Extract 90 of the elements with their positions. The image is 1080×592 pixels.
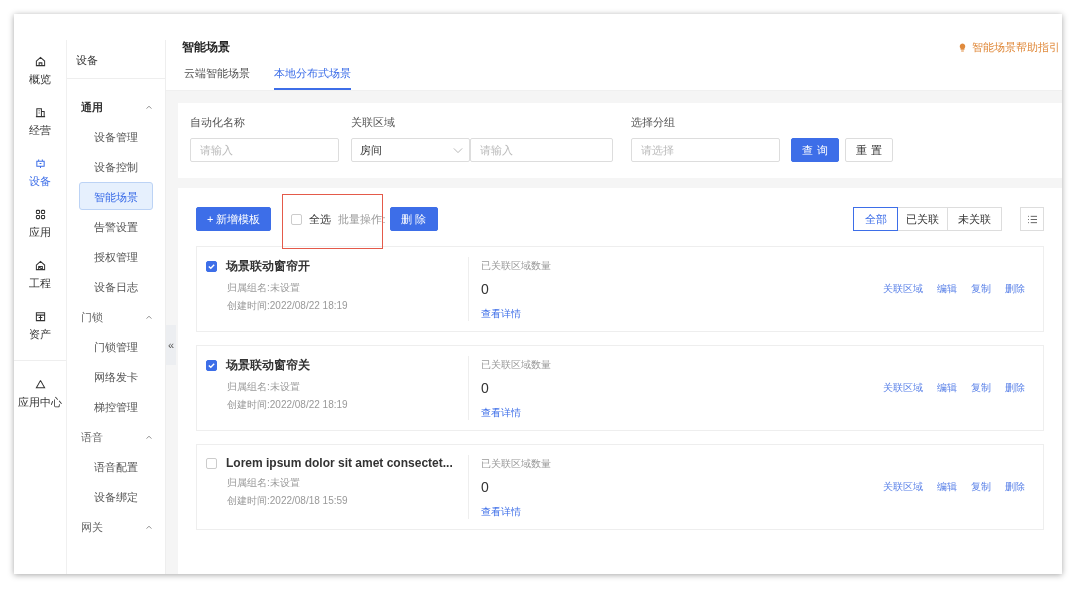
count-label: 已关联区域数量 — [481, 457, 552, 471]
sidebar-group[interactable]: 门锁 — [79, 302, 153, 332]
tab[interactable]: 云端智能场景 — [184, 64, 250, 90]
caret-icon — [145, 104, 153, 110]
shop-icon — [34, 107, 46, 118]
lightbulb-icon — [959, 42, 966, 52]
select-all-checkbox[interactable] — [291, 213, 303, 225]
page-title: 智能场景 — [182, 38, 230, 56]
action-link[interactable]: 复制 — [971, 381, 991, 395]
scene-checkbox[interactable] — [206, 261, 217, 272]
sidebar-item[interactable]: 网络发卡 — [79, 362, 153, 390]
building-icon — [34, 260, 46, 271]
created-time: 创建时间:2022/08/22 18:19 — [226, 299, 349, 313]
sidebar-item[interactable]: 授权管理 — [79, 242, 153, 270]
list-icon — [1026, 214, 1038, 224]
sidebar-item[interactable]: 智能场景 — [79, 182, 153, 210]
device-icon — [34, 158, 46, 169]
scene-checkbox[interactable] — [206, 360, 217, 371]
details-link[interactable]: 查看详情 — [481, 506, 521, 517]
area-count: 0 — [481, 479, 490, 495]
action-link[interactable]: 关联区域 — [883, 480, 923, 494]
caret-icon — [145, 314, 153, 320]
scene-checkbox[interactable] — [206, 457, 217, 469]
action-link[interactable]: 编辑 — [937, 381, 957, 395]
group-select[interactable]: 请选择 — [631, 138, 780, 162]
action-link[interactable]: 关联区域 — [883, 381, 923, 395]
query-button[interactable]: 查 询 — [791, 138, 839, 162]
nav-item[interactable]: 应用 — [29, 209, 51, 260]
caret-icon — [145, 434, 153, 440]
sidebar-item[interactable]: 设备日志 — [79, 272, 153, 300]
area-select[interactable]: 房间 — [351, 138, 470, 162]
action-link[interactable]: 编辑 — [937, 282, 957, 296]
scene-name: 场景联动窗帘开 — [226, 258, 310, 275]
nav-item[interactable]: 工程 — [29, 260, 51, 311]
collapse-button[interactable]: « — [166, 325, 176, 365]
sidebar-group[interactable]: 语音 — [79, 422, 153, 452]
filter-tab[interactable]: 未关联 — [947, 207, 1002, 231]
nav-item[interactable]: 设备 — [29, 158, 51, 209]
add-template-button[interactable]: + 新增模板 — [196, 207, 272, 231]
created-time: 创建时间:2022/08/22 18:19 — [226, 398, 349, 412]
nav-item[interactable]: 应用中心 — [18, 379, 62, 430]
name-input[interactable]: 请输入 — [190, 138, 339, 162]
field-label: 关联区域 — [351, 115, 396, 130]
action-link[interactable]: 复制 — [971, 480, 991, 494]
caret-icon — [145, 524, 153, 530]
filter-tab[interactable]: 全部 — [853, 207, 898, 231]
sidebar-group[interactable]: 通用 — [79, 92, 153, 122]
sidebar-group[interactable]: 网关 — [79, 512, 153, 542]
home-icon — [34, 56, 46, 67]
details-link[interactable]: 查看详情 — [481, 407, 521, 418]
action-link[interactable]: 关联区域 — [883, 282, 923, 296]
count-label: 已关联区域数量 — [481, 358, 552, 372]
field-label: 自动化名称 — [190, 115, 246, 130]
nav-item[interactable]: 资产 — [29, 311, 51, 362]
action-link[interactable]: 删除 — [1005, 282, 1025, 296]
action-link[interactable]: 编辑 — [937, 480, 957, 494]
area-input[interactable]: 请输入 — [470, 138, 613, 162]
nav-item[interactable]: 概览 — [29, 56, 51, 107]
asset-icon — [34, 311, 46, 322]
sidebar-item[interactable]: 设备控制 — [79, 152, 153, 180]
field-label: 选择分组 — [631, 115, 676, 130]
count-label: 已关联区域数量 — [481, 259, 552, 273]
scene-name: 场景联动窗帘关 — [226, 357, 310, 374]
sidebar-item[interactable]: 设备管理 — [79, 122, 153, 150]
area-count: 0 — [481, 380, 490, 396]
filter-tab[interactable]: 已关联 — [897, 207, 948, 231]
details-link[interactable]: 查看详情 — [481, 308, 521, 319]
sidebar-item[interactable]: 语音配置 — [79, 452, 153, 480]
action-link[interactable]: 删除 — [1005, 480, 1025, 494]
sidebar-item[interactable]: 告警设置 — [79, 212, 153, 240]
group-name: 归属组名:未设置 — [226, 281, 301, 295]
batch-label: 批量操作: — [338, 211, 386, 227]
list-view-button[interactable] — [1020, 207, 1044, 231]
group-name: 归属组名:未设置 — [226, 380, 301, 394]
area-count: 0 — [481, 281, 490, 297]
sidebar-item[interactable]: 设备绑定 — [79, 482, 153, 510]
action-link[interactable]: 删除 — [1005, 381, 1025, 395]
sidebar-item[interactable]: 门锁管理 — [79, 332, 153, 360]
action-link[interactable]: 复制 — [971, 282, 991, 296]
sidebar-item[interactable]: 梯控管理 — [79, 392, 153, 420]
reset-button[interactable]: 重 置 — [845, 138, 893, 162]
chevron-down-icon — [453, 146, 463, 154]
select-all-label: 全选 — [309, 211, 332, 227]
batch-delete-button[interactable]: 删 除 — [389, 207, 438, 231]
group-name: 归属组名:未设置 — [226, 476, 301, 490]
apps-icon — [34, 209, 46, 220]
nav-item[interactable]: 经营 — [29, 107, 51, 158]
sidebar-title: 设备 — [67, 40, 165, 79]
created-time: 创建时间:2022/08/18 15:59 — [226, 494, 349, 508]
scene-name: Lorem ipsum dolor sit amet consectet... — [226, 456, 453, 470]
